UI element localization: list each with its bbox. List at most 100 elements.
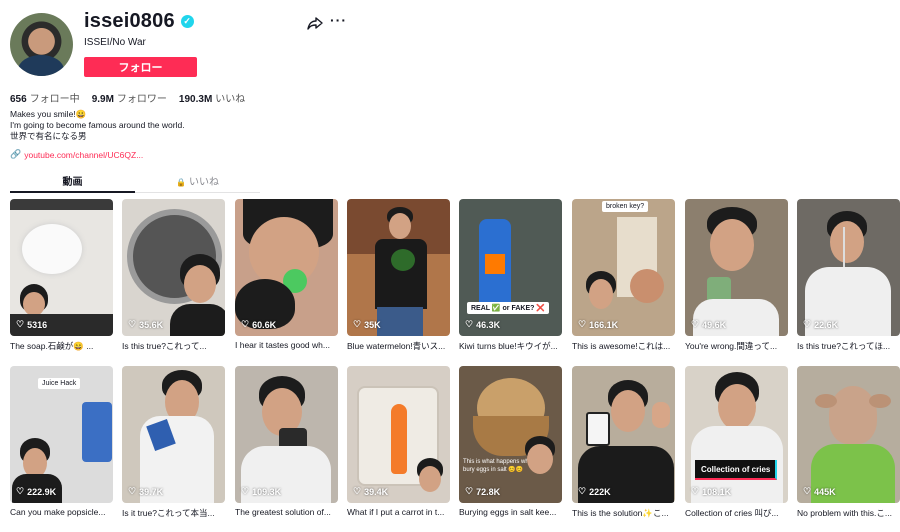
tab-videos[interactable]: 動画 <box>10 173 135 193</box>
video-caption[interactable]: This is awesome!これは... <box>572 340 675 352</box>
video-thumbnail[interactable]: ♡ 22.6K <box>797 199 900 336</box>
view-count: ♡ 445K <box>803 486 836 497</box>
view-count-text: 46.3K <box>476 319 501 330</box>
video-thumbnail[interactable]: ♡ 445K <box>797 366 900 503</box>
video-card[interactable]: ♡ 5316 The soap.石鹸が😄 ... <box>10 199 113 352</box>
heart-outline-icon: ♡ <box>691 319 700 329</box>
video-caption[interactable]: Kiwi turns blue!キウイが... <box>459 340 562 352</box>
follow-button[interactable]: フォロー <box>84 57 197 77</box>
profile-username: issei0806 ✓ <box>84 10 194 33</box>
video-caption[interactable]: Is it true?これって本当... <box>122 507 225 519</box>
video-thumbnail[interactable]: broken key? ♡ 166.1K <box>572 199 675 336</box>
profile-bio: Makes you smile!😀 I'm going to become fa… <box>10 109 185 142</box>
followers-label: フォロワー <box>116 94 167 105</box>
view-count: ♡ 222K <box>578 486 611 497</box>
more-options-icon[interactable]: ··· <box>330 12 347 28</box>
username-text: issei0806 <box>84 10 175 32</box>
video-caption[interactable]: Collection of cries 叫び... <box>685 507 788 519</box>
video-card[interactable]: ♡ 39.7K Is it true?これって本当... <box>122 366 225 519</box>
video-overlay-text: REAL ✅ or FAKE? ❌ <box>467 302 550 314</box>
video-caption[interactable]: The greatest solution of... <box>235 507 338 517</box>
video-thumbnail[interactable]: ♡ 49.6K <box>685 199 788 336</box>
video-card[interactable]: Juice Hack ♡ 222.9K Can you make popsicle… <box>10 366 113 517</box>
video-card[interactable]: ♡ 60.6K I hear it tastes good wh... <box>235 199 338 350</box>
view-count: ♡ 39.4K <box>353 486 388 497</box>
video-card[interactable]: broken key? ♡ 166.1K This is awesome!これは.… <box>572 199 675 352</box>
video-card[interactable]: ♡ 49.6K You're wrong.間違って... <box>685 199 788 352</box>
followers-stat[interactable]: 9.9M フォロワー <box>92 90 167 105</box>
profile-stats: 656 フォロー中 9.9M フォロワー 190.3M いいね <box>10 90 245 105</box>
video-card[interactable]: ♡ 39.4K What if I put a carrot in t... <box>347 366 450 517</box>
heart-outline-icon: ♡ <box>128 319 137 329</box>
heart-outline-icon: ♡ <box>16 319 25 329</box>
video-caption[interactable]: I hear it tastes good wh... <box>235 340 338 350</box>
likes-count: 190.3M <box>178 94 213 105</box>
video-caption[interactable]: Burying eggs in salt kee... <box>459 507 562 517</box>
link-icon: 🔗 <box>10 149 22 159</box>
view-count: ♡ 166.1K <box>578 319 618 330</box>
profile-nickname: ISSEI/No War <box>84 37 146 48</box>
share-icon[interactable] <box>307 15 323 31</box>
video-card[interactable]: ♡ 22.6K Is this true?これってほ... <box>797 199 900 352</box>
view-count-text: 35K <box>364 319 381 330</box>
video-thumbnail[interactable]: REAL ✅ or FAKE? ❌ ♡ 46.3K <box>459 199 562 336</box>
video-thumbnail[interactable]: Collection of cries ♡ 108.1K <box>685 366 788 503</box>
view-count: ♡ 49.6K <box>691 319 726 330</box>
video-caption[interactable]: The soap.石鹸が😄 ... <box>10 340 113 352</box>
video-thumbnail[interactable]: This is what happens when you bury eggs … <box>459 366 562 503</box>
tab-liked[interactable]: 🔒 いいね <box>135 173 260 192</box>
video-card[interactable]: ♡ 445K No problem with this.こ... <box>797 366 900 519</box>
avatar-shirt <box>18 55 64 76</box>
view-count-text: 5316 <box>27 319 48 330</box>
heart-outline-icon: ♡ <box>803 486 812 496</box>
view-count-text: 222.9K <box>27 486 57 497</box>
profile-link-text[interactable]: youtube.com/channel/UC6QZ... <box>24 150 143 160</box>
heart-outline-icon: ♡ <box>465 486 474 496</box>
video-caption[interactable]: No problem with this.こ... <box>797 507 900 519</box>
video-caption[interactable]: What if I put a carrot in t... <box>347 507 450 517</box>
video-card[interactable]: ♡ 35.6K Is this true?これって... <box>122 199 225 352</box>
video-thumbnail[interactable]: ♡ 39.7K <box>122 366 225 503</box>
video-card[interactable]: ♡ 222K This is the solution✨こ... <box>572 366 675 519</box>
video-card[interactable]: Collection of cries ♡ 108.1K Collection o… <box>685 366 788 519</box>
video-card[interactable]: This is what happens when you bury eggs … <box>459 366 562 517</box>
heart-outline-icon: ♡ <box>465 319 474 329</box>
video-caption[interactable]: This is the solution✨こ... <box>572 507 675 519</box>
video-thumbnail[interactable]: Juice Hack ♡ 222.9K <box>10 366 113 503</box>
bio-line-1: Makes you smile!😀 <box>10 109 87 119</box>
video-card[interactable]: ♡ 35K Blue watermelon!青いス... <box>347 199 450 352</box>
heart-outline-icon: ♡ <box>578 486 587 496</box>
profile-tabs: 動画 🔒 いいね <box>10 173 260 193</box>
video-card[interactable]: REAL ✅ or FAKE? ❌ ♡ 46.3K Kiwi turns blue… <box>459 199 562 352</box>
video-thumbnail[interactable]: ♡ 39.4K <box>347 366 450 503</box>
profile-link[interactable]: 🔗 youtube.com/channel/UC6QZ... <box>10 149 143 160</box>
view-count-text: 22.6K <box>814 319 839 330</box>
view-count-text: 35.6K <box>139 319 164 330</box>
video-thumbnail[interactable]: ♡ 35K <box>347 199 450 336</box>
video-thumbnail[interactable]: ♡ 5316 <box>10 199 113 336</box>
likes-stat: 190.3M いいね <box>179 90 245 105</box>
view-count-text: 39.4K <box>364 486 389 497</box>
video-thumbnail[interactable]: ♡ 222K <box>572 366 675 503</box>
view-count: ♡ 222.9K <box>16 486 56 497</box>
view-count-text: 109.3K <box>252 486 282 497</box>
video-caption[interactable]: Can you make popsicle... <box>10 507 113 517</box>
video-thumbnail[interactable]: ♡ 109.3K <box>235 366 338 503</box>
lock-icon: 🔒 <box>176 178 186 187</box>
view-count-text: 166.1K <box>589 319 619 330</box>
view-count: ♡ 108.1K <box>691 486 731 497</box>
video-caption[interactable]: Is this true?これってほ... <box>797 340 900 352</box>
video-caption[interactable]: Blue watermelon!青いス... <box>347 340 450 352</box>
view-count-text: 49.6K <box>702 319 727 330</box>
video-thumbnail[interactable]: ♡ 60.6K <box>235 199 338 336</box>
following-stat[interactable]: 656 フォロー中 <box>10 90 80 105</box>
profile-avatar[interactable] <box>10 13 73 76</box>
video-thumbnail[interactable]: ♡ 35.6K <box>122 199 225 336</box>
video-card[interactable]: ♡ 109.3K The greatest solution of... <box>235 366 338 517</box>
video-overlay-text: Collection of cries <box>701 465 771 474</box>
video-caption[interactable]: You're wrong.間違って... <box>685 340 788 352</box>
video-caption[interactable]: Is this true?これって... <box>122 340 225 352</box>
view-count-text: 222K <box>589 486 611 497</box>
view-count-text: 72.8K <box>476 486 501 497</box>
bio-line-3: 世界で有名になる男 <box>10 131 87 141</box>
